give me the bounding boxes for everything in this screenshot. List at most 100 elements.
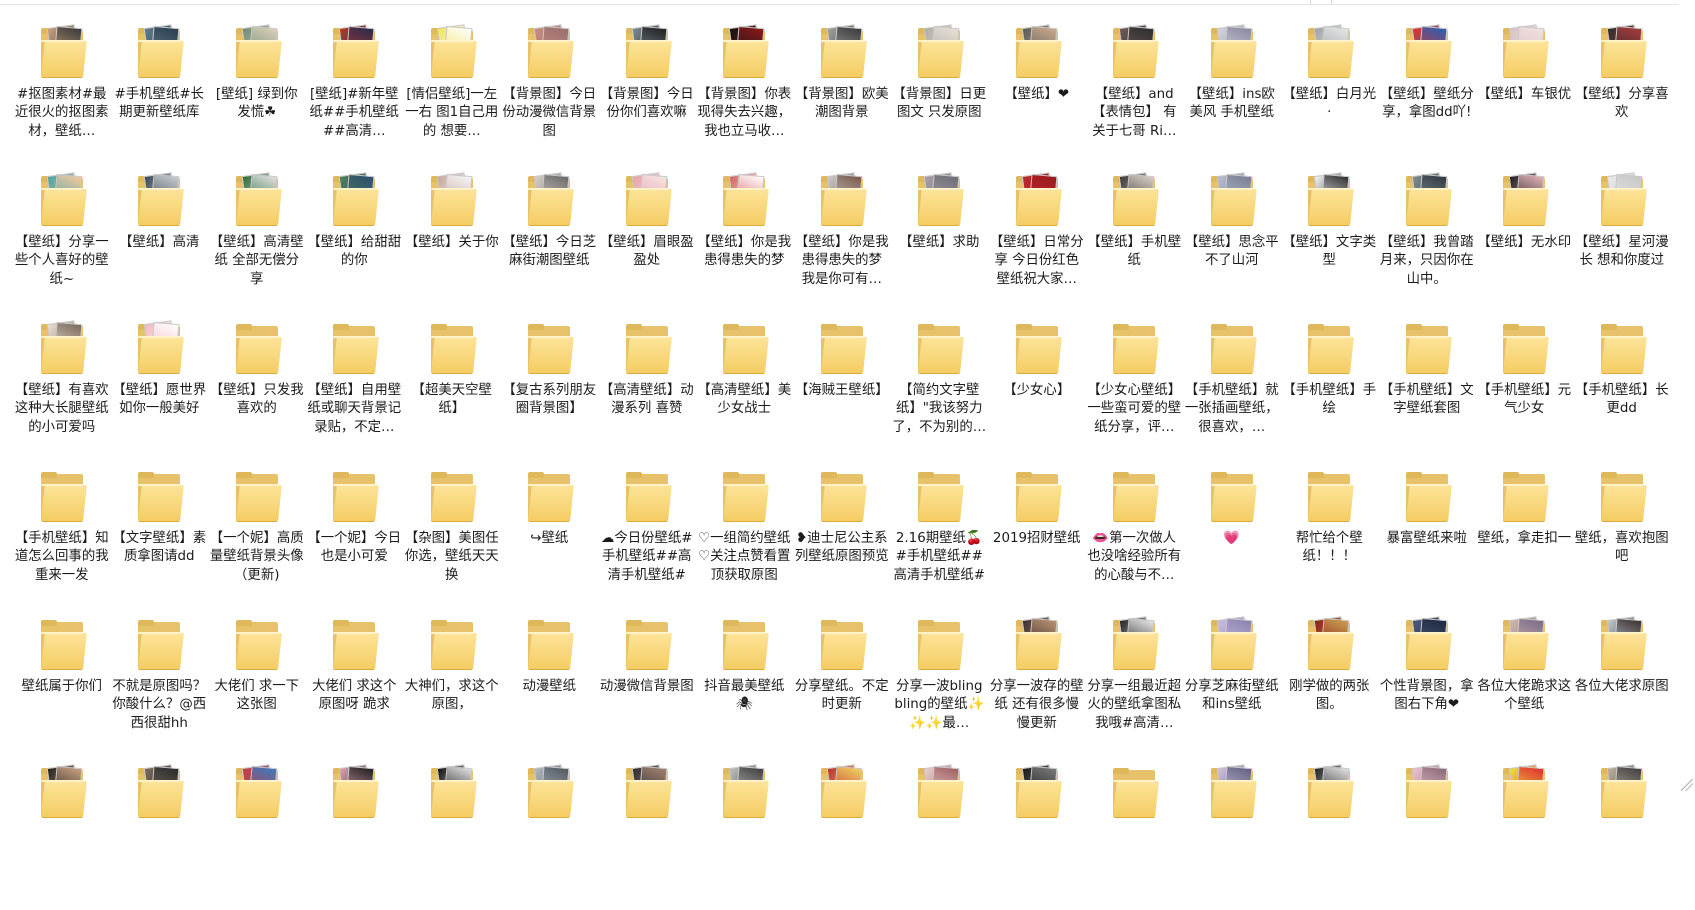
resize-grip-icon[interactable] — [1681, 779, 1693, 791]
folder-item[interactable]: 各位大佬求原图 — [1573, 614, 1671, 762]
folder-item[interactable]: 【少女心】 — [988, 318, 1086, 466]
folder-item[interactable] — [501, 762, 599, 910]
folder-item[interactable]: [壁纸]#新年壁纸##手机壁纸##高清… — [306, 22, 404, 170]
folder-item[interactable]: 帮忙给个壁纸！！！ — [1281, 466, 1379, 614]
folder-item[interactable]: 👄第一次做人 也没啥经验所有的心酸与不… — [1086, 466, 1184, 614]
folder-item[interactable]: 【壁纸】今日芝麻街潮图壁纸 — [501, 170, 599, 318]
folder-item[interactable]: 【少女心壁纸】一些蛮可爱的壁纸分享，评… — [1086, 318, 1184, 466]
folder-item[interactable]: 【手机壁纸】手绘 — [1281, 318, 1379, 466]
folder-item[interactable]: 【壁纸】有喜欢这种大长腿壁纸的小可爱吗 — [13, 318, 111, 466]
folder-item[interactable]: 【壁纸】你是我患得患失的梦 — [696, 170, 794, 318]
folder-item[interactable]: 【手机壁纸】元气少女 — [1476, 318, 1574, 466]
folder-item[interactable]: 【手机壁纸】文字壁纸套图 — [1378, 318, 1476, 466]
vertical-scrollbar[interactable] — [1678, 0, 1695, 793]
folder-item[interactable] — [598, 762, 696, 910]
folder-item[interactable]: 分享芝麻街壁纸 和ins壁纸 — [1183, 614, 1281, 762]
folder-item[interactable]: 动漫微信背景图 — [598, 614, 696, 762]
folder-item[interactable]: 【壁纸】白月光· — [1281, 22, 1379, 170]
folder-item[interactable]: 【壁纸】思念平不了山河 — [1183, 170, 1281, 318]
folder-item[interactable]: 【简约文字壁纸】"我该努力了，不为别的… — [891, 318, 989, 466]
folder-item[interactable] — [1573, 762, 1671, 910]
folder-item[interactable] — [208, 762, 306, 910]
folder-item[interactable]: 【壁纸】日常分享 今日份红色壁纸祝大家… — [988, 170, 1086, 318]
folder-item[interactable]: ♡一组简约壁纸♡关注点赞看置顶获取原图 — [696, 466, 794, 614]
folder-item[interactable]: 暴富壁纸来啦 — [1378, 466, 1476, 614]
folder-item[interactable]: 【壁纸】车银优 — [1476, 22, 1574, 170]
folder-item[interactable]: 【壁纸】你是我患得患失的梦 我是你可有… — [793, 170, 891, 318]
folder-item[interactable]: 刚学做的两张图。 — [1281, 614, 1379, 762]
folder-item[interactable]: [情侣壁纸]一左一右 图1自己用的 想要… — [403, 22, 501, 170]
folder-item[interactable]: 动漫壁纸 — [501, 614, 599, 762]
folder-item[interactable] — [111, 762, 209, 910]
folder-item[interactable]: 【壁纸】and 【表情包】 有关于七哥 Ri… — [1086, 22, 1184, 170]
folder-item[interactable] — [1086, 762, 1184, 910]
folder-item[interactable]: 不就是原图吗？你酸什么？@西西很甜hh — [111, 614, 209, 762]
folder-item[interactable]: 【复古系列朋友圈背景图】 — [501, 318, 599, 466]
folder-item[interactable]: 【背景图】今日份动漫微信背景图 — [501, 22, 599, 170]
folder-item[interactable]: 【壁纸】壁纸分享，拿图dd吖! — [1378, 22, 1476, 170]
folder-item[interactable]: 【背景图】你表现得失去兴趣，我也立马收… — [696, 22, 794, 170]
folder-item[interactable] — [1281, 762, 1379, 910]
folder-item[interactable]: 【一个妮】今日也是小可爱 — [306, 466, 404, 614]
folder-item[interactable] — [793, 762, 891, 910]
folder-item[interactable]: 【壁纸】给甜甜的你 — [306, 170, 404, 318]
folder-item[interactable]: 个性背景图，拿图右下角❤ — [1378, 614, 1476, 762]
folder-item[interactable]: 【文字壁纸】素质拿图请dd — [111, 466, 209, 614]
folder-item[interactable]: 壁纸属于你们 — [13, 614, 111, 762]
folder-item[interactable]: 【壁纸】手机壁纸 — [1086, 170, 1184, 318]
folder-item[interactable]: 【一个妮】高质量壁纸背景头像（更新) — [208, 466, 306, 614]
folder-item[interactable]: 大佬们 求这个原图呀 跪求 — [306, 614, 404, 762]
folder-item[interactable]: 2.16期壁纸🍒#手机壁纸##高清手机壁纸# — [891, 466, 989, 614]
folder-item[interactable]: 【壁纸】关于你 — [403, 170, 501, 318]
folder-item[interactable]: 【手机壁纸】就一张插画壁纸，很喜欢，… — [1183, 318, 1281, 466]
folder-item[interactable]: 【背景图】欧美潮图背景 — [793, 22, 891, 170]
folder-item[interactable]: 【壁纸】无水印 — [1476, 170, 1574, 318]
folder-item[interactable]: 【壁纸】星河漫长 想和你度过 — [1573, 170, 1671, 318]
folder-item[interactable]: 【壁纸】分享一些个人喜好的壁纸~ — [13, 170, 111, 318]
folder-item[interactable] — [1378, 762, 1476, 910]
folder-item[interactable]: 壁纸，拿走扣一 — [1476, 466, 1574, 614]
folder-item[interactable]: 2019招财壁纸 — [988, 466, 1086, 614]
folder-item[interactable]: 【海贼王壁纸】 — [793, 318, 891, 466]
folder-item[interactable]: 分享一组最近超火的壁纸拿图私我哦#高清… — [1086, 614, 1184, 762]
folder-item[interactable] — [1476, 762, 1574, 910]
folder-item[interactable]: 大神们，求这个原图， — [403, 614, 501, 762]
folder-item[interactable]: 各位大佬跪求这个壁纸 — [1476, 614, 1574, 762]
folder-item[interactable]: 💗 — [1183, 466, 1281, 614]
folder-item[interactable]: 【壁纸】ins欧美风 手机壁纸 — [1183, 22, 1281, 170]
folder-item[interactable] — [891, 762, 989, 910]
folder-item[interactable] — [306, 762, 404, 910]
folder-item[interactable]: ❥迪士尼公主系列壁纸原图预览 — [793, 466, 891, 614]
folder-item[interactable]: 【高清壁纸】动漫系列 喜赞 — [598, 318, 696, 466]
folder-item[interactable]: 分享一波存的壁纸 还有很多慢慢更新 — [988, 614, 1086, 762]
folder-item[interactable]: 【壁纸】愿世界如你一般美好 — [111, 318, 209, 466]
folder-item[interactable]: 【壁纸】眉眼盈盈处 — [598, 170, 696, 318]
folder-item[interactable]: 【壁纸】分享喜欢 — [1573, 22, 1671, 170]
folder-item[interactable] — [696, 762, 794, 910]
folder-item[interactable]: 【杂图】美图任你选，壁纸天天换 — [403, 466, 501, 614]
folder-item[interactable]: [壁纸] 绿到你发慌☘ — [208, 22, 306, 170]
folder-item[interactable]: 壁纸，喜欢抱图吧 — [1573, 466, 1671, 614]
folder-item[interactable]: 【手机壁纸】长更dd — [1573, 318, 1671, 466]
folder-item[interactable]: 【超美天空壁纸】 — [403, 318, 501, 466]
folder-item[interactable]: 【壁纸】高清壁纸 全部无偿分享 — [208, 170, 306, 318]
folder-item[interactable]: 抖音最美壁纸🕷 — [696, 614, 794, 762]
folder-item[interactable]: ↪壁纸 — [501, 466, 599, 614]
folder-item[interactable]: #手机壁纸#长期更新壁纸库 — [111, 22, 209, 170]
folder-item[interactable]: 大佬们 求一下这张图 — [208, 614, 306, 762]
folder-item[interactable]: 【壁纸】高清 — [111, 170, 209, 318]
folder-item[interactable]: 【壁纸】只发我喜欢的 — [208, 318, 306, 466]
folder-item[interactable]: 【壁纸】自用壁纸或聊天背景记录贴，不定… — [306, 318, 404, 466]
folder-item[interactable]: 【背景图】今日份你们喜欢嘛 — [598, 22, 696, 170]
folder-item[interactable]: 【手机壁纸】知道怎么回事的我重来一发 — [13, 466, 111, 614]
folder-item[interactable]: 【背景图】日更图文 只发原图 — [891, 22, 989, 170]
folder-item[interactable]: 【壁纸】❤ — [988, 22, 1086, 170]
folder-item[interactable]: 【高清壁纸】美少女战士 — [696, 318, 794, 466]
folder-item[interactable]: 【壁纸】求助 — [891, 170, 989, 318]
folder-item[interactable]: 【壁纸】文字类型 — [1281, 170, 1379, 318]
folder-item[interactable]: 【壁纸】我曾踏月来，只因你在山中。 — [1378, 170, 1476, 318]
folder-item[interactable]: ☁今日份壁纸#手机壁纸##高清手机壁纸# — [598, 466, 696, 614]
folder-item[interactable] — [1183, 762, 1281, 910]
folder-item[interactable]: 分享壁纸。不定时更新 — [793, 614, 891, 762]
folder-item[interactable] — [403, 762, 501, 910]
